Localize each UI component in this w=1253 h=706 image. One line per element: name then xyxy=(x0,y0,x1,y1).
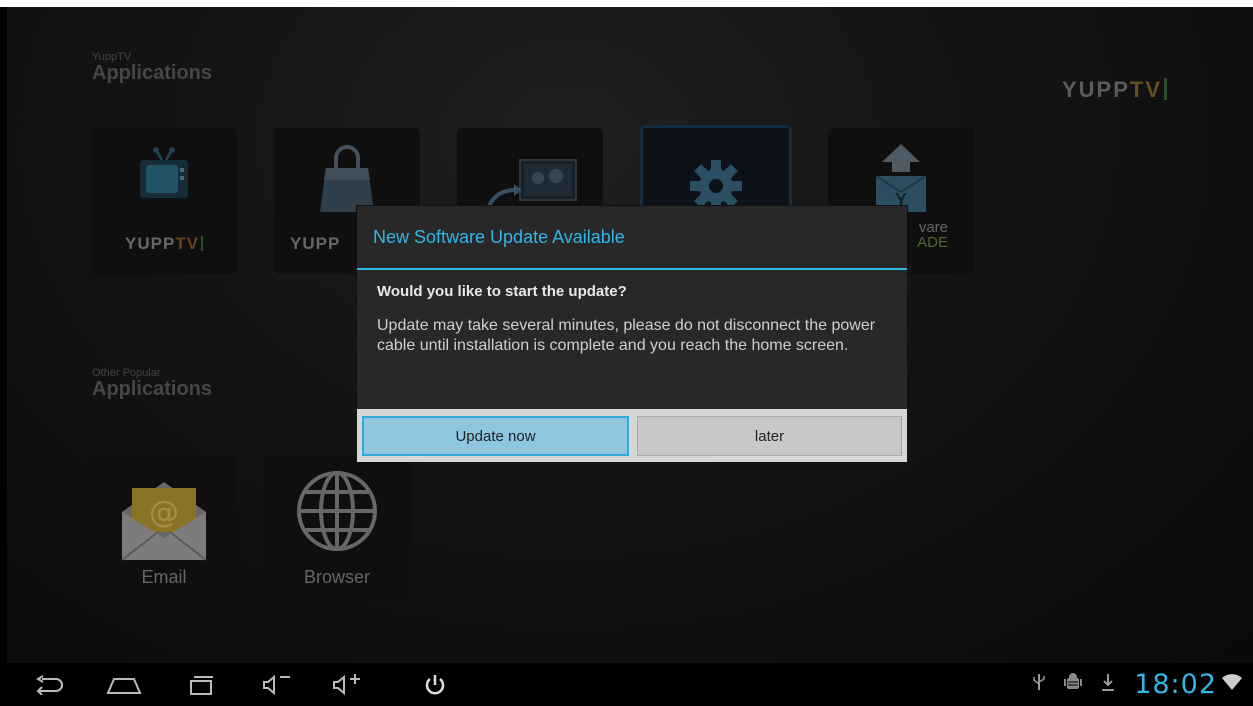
dialog-question: Would you like to start the update? xyxy=(377,283,627,300)
update-now-button[interactable]: Update now xyxy=(362,416,629,456)
svg-text:@: @ xyxy=(149,495,179,530)
tv-icon xyxy=(91,128,237,274)
section-title: Applications xyxy=(92,378,213,400)
tile-label-upgrade: vare ADE xyxy=(917,220,948,250)
app-tile-yupptv[interactable]: YUPPTV xyxy=(91,128,237,274)
volume-down-icon[interactable] xyxy=(260,663,296,706)
app-tile-email[interactable]: @ Email xyxy=(91,456,237,602)
recent-apps-icon[interactable] xyxy=(186,663,216,706)
clock-wifi-group: 18:02 xyxy=(1134,669,1243,700)
email-icon: @ xyxy=(91,456,237,602)
back-icon[interactable] xyxy=(32,663,68,706)
logo-bar xyxy=(1164,78,1168,100)
section-title: Applications xyxy=(92,62,213,84)
section-header-yupptv: YuppTV Applications xyxy=(92,52,213,84)
yupptv-logo: YUPPTV xyxy=(1062,77,1168,103)
logo-text-tv: TV xyxy=(1129,77,1163,102)
later-button[interactable]: later xyxy=(637,416,902,456)
clock: 18:02 xyxy=(1134,669,1217,700)
app-tile-browser[interactable]: Browser xyxy=(264,456,410,602)
volume-up-icon[interactable] xyxy=(330,663,370,706)
wifi-icon xyxy=(1221,673,1243,696)
dialog-body: Would you like to start the update? Upda… xyxy=(357,270,907,356)
usb-icon xyxy=(1032,672,1046,697)
section-header-other: Other Popular Applications xyxy=(92,368,213,400)
power-icon[interactable] xyxy=(422,663,448,706)
home-screen: YuppTV Applications YUPPTV YUPPTV YUPP Y… xyxy=(7,7,1253,663)
dialog-message: Update may take several minutes, please … xyxy=(377,317,876,354)
dialog-button-bar: Update now later xyxy=(357,409,907,462)
top-border xyxy=(0,0,1253,7)
system-navigation-bar: 18:02 xyxy=(0,663,1253,706)
logo-text-yupp: YUPP xyxy=(1062,77,1130,102)
status-area: 18:02 xyxy=(1032,663,1243,706)
globe-icon xyxy=(264,456,410,602)
download-icon xyxy=(1100,672,1116,697)
software-update-dialog: New Software Update Available Would you … xyxy=(357,206,907,462)
home-icon[interactable] xyxy=(106,663,142,706)
android-debug-icon xyxy=(1064,672,1083,697)
dialog-title: New Software Update Available xyxy=(357,206,907,270)
upgrade-line2: ADE xyxy=(917,234,948,251)
